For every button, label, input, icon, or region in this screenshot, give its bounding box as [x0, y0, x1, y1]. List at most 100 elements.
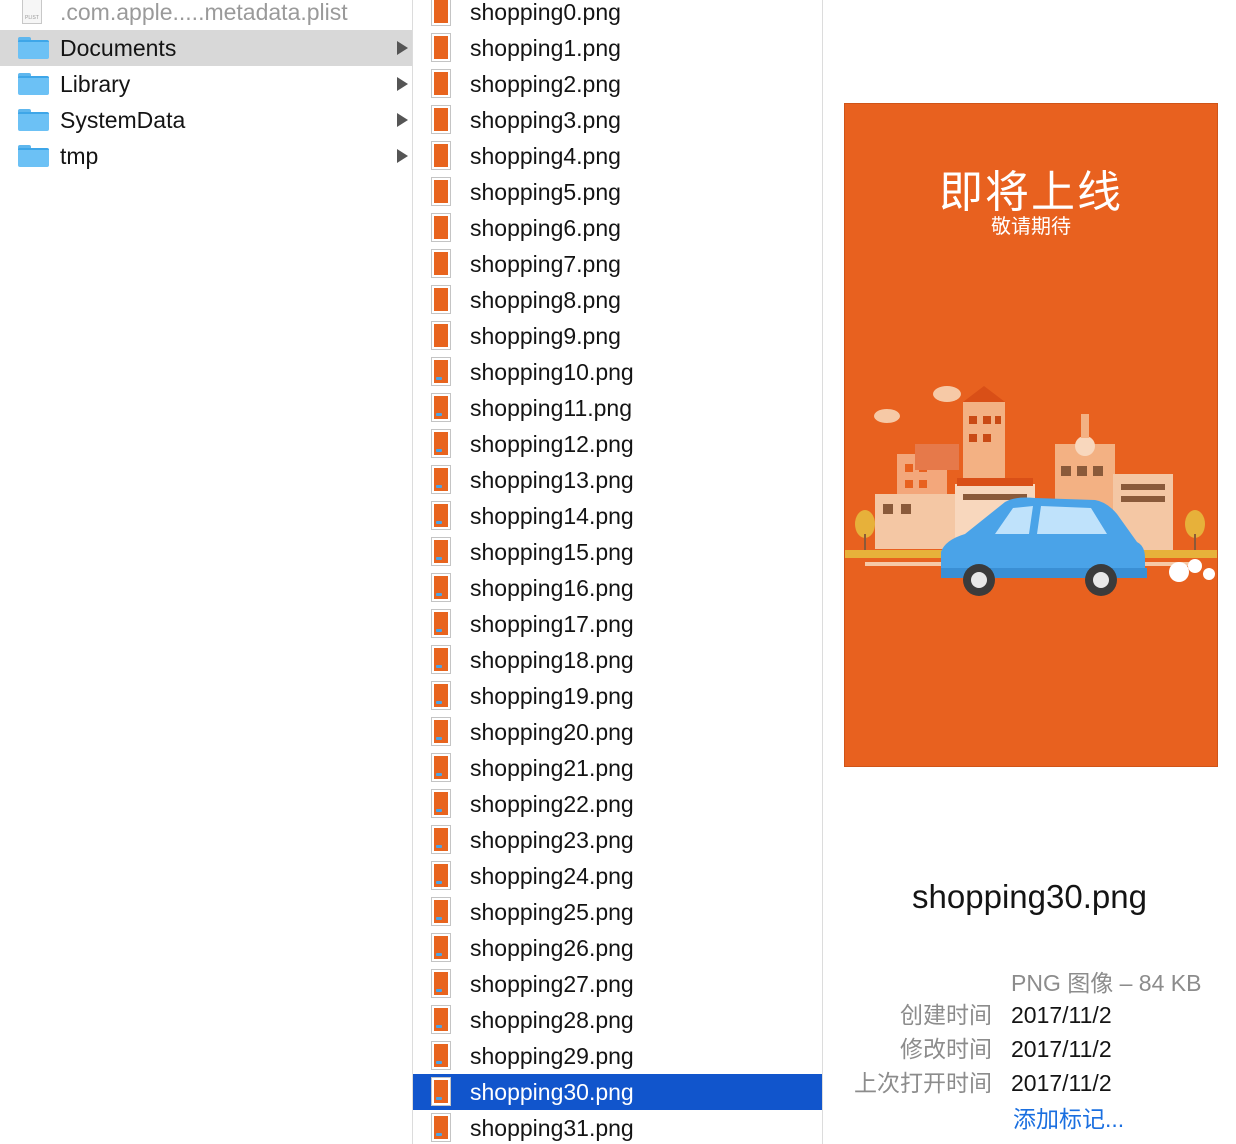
- png-file-icon: [431, 1041, 451, 1070]
- file-name: shopping23.png: [470, 827, 634, 853]
- file-row[interactable]: shopping14.png: [413, 498, 822, 534]
- file-row[interactable]: shopping5.png: [413, 174, 822, 210]
- file-name: shopping26.png: [470, 935, 634, 961]
- list-item-plist[interactable]: PLIST .com.apple.....metadata.plist: [0, 0, 412, 30]
- file-name: shopping16.png: [470, 575, 634, 601]
- sidebar-item-documents[interactable]: Documents: [0, 30, 412, 66]
- png-file-icon: [431, 321, 451, 350]
- file-name: shopping20.png: [470, 719, 634, 745]
- folder-icon: [18, 37, 49, 59]
- file-row[interactable]: shopping21.png: [413, 750, 822, 786]
- file-name: shopping7.png: [470, 251, 621, 277]
- file-row[interactable]: shopping3.png: [413, 102, 822, 138]
- sidebar-item-library[interactable]: Library: [0, 66, 412, 102]
- file-row[interactable]: shopping28.png: [413, 1002, 822, 1038]
- file-row[interactable]: shopping13.png: [413, 462, 822, 498]
- file-row[interactable]: shopping12.png: [413, 426, 822, 462]
- meta-value: 2017/11/2: [1011, 1036, 1112, 1062]
- file-name: shopping4.png: [470, 143, 621, 169]
- file-row[interactable]: shopping24.png: [413, 858, 822, 894]
- file-row[interactable]: shopping1.png: [413, 30, 822, 66]
- png-file-icon: [431, 33, 451, 62]
- file-row[interactable]: shopping7.png: [413, 246, 822, 282]
- file-name: shopping5.png: [470, 179, 621, 205]
- item-label: tmp: [60, 143, 99, 169]
- png-file-icon: [431, 465, 451, 494]
- file-row[interactable]: shopping19.png: [413, 678, 822, 714]
- finder-column-2[interactable]: shopping0.png shopping1.png shopping2.png s…: [413, 0, 823, 1144]
- folder-icon: [18, 73, 49, 95]
- file-name-title: shopping30.png: [912, 878, 1147, 915]
- file-row[interactable]: shopping15.png: [413, 534, 822, 570]
- file-name: shopping18.png: [470, 647, 634, 673]
- image-preview: 即将上线 敬请期待: [844, 103, 1218, 767]
- file-name: shopping14.png: [470, 503, 634, 529]
- file-row[interactable]: shopping18.png: [413, 642, 822, 678]
- file-row[interactable]: shopping9.png: [413, 318, 822, 354]
- item-label: Library: [60, 71, 131, 97]
- file-row[interactable]: shopping2.png: [413, 66, 822, 102]
- file-row[interactable]: shopping20.png: [413, 714, 822, 750]
- png-file-icon: [431, 825, 451, 854]
- png-file-icon: [431, 249, 451, 278]
- file-row[interactable]: shopping31.png: [413, 1110, 822, 1144]
- meta-created: 创建时间 2017/11/2: [823, 998, 1236, 1032]
- file-row[interactable]: shopping6.png: [413, 210, 822, 246]
- item-label: Documents: [60, 35, 177, 61]
- file-row[interactable]: shopping10.png: [413, 354, 822, 390]
- file-row[interactable]: shopping25.png: [413, 894, 822, 930]
- folder-icon: [18, 145, 49, 167]
- file-row[interactable]: shopping11.png: [413, 390, 822, 426]
- png-file-icon: [431, 357, 451, 386]
- png-file-icon: [431, 105, 451, 134]
- file-name: shopping15.png: [470, 539, 634, 565]
- png-file-icon: [431, 573, 451, 602]
- file-row[interactable]: shopping30.png: [413, 1074, 822, 1110]
- file-name: shopping12.png: [470, 431, 634, 457]
- file-name: shopping10.png: [470, 359, 634, 385]
- file-name: shopping13.png: [470, 467, 634, 493]
- sidebar-item-tmp[interactable]: tmp: [0, 138, 412, 174]
- file-row[interactable]: shopping17.png: [413, 606, 822, 642]
- sidebar-item-systemdata[interactable]: SystemData: [0, 102, 412, 138]
- file-row[interactable]: shopping8.png: [413, 282, 822, 318]
- png-file-icon: [431, 69, 451, 98]
- folder-icon: [18, 109, 49, 131]
- meta-key: 修改时间: [900, 1036, 992, 1062]
- file-name: shopping24.png: [470, 863, 634, 889]
- file-name: shopping1.png: [470, 35, 621, 61]
- meta-modified: 修改时间 2017/11/2: [823, 1032, 1236, 1066]
- png-file-icon: [431, 717, 451, 746]
- meta-value: 2017/11/2: [1011, 1070, 1112, 1096]
- png-file-icon: [431, 141, 451, 170]
- png-file-icon: [431, 609, 451, 638]
- file-row[interactable]: shopping29.png: [413, 1038, 822, 1074]
- file-name: shopping25.png: [470, 899, 634, 925]
- png-file-icon: [431, 681, 451, 710]
- meta-value: 2017/11/2: [1011, 1002, 1112, 1028]
- finder-column-1[interactable]: PLIST .com.apple.....metadata.plist Docu…: [0, 0, 413, 1144]
- file-name: shopping0.png: [470, 0, 621, 25]
- file-row[interactable]: shopping23.png: [413, 822, 822, 858]
- file-row[interactable]: shopping4.png: [413, 138, 822, 174]
- png-file-icon: [431, 933, 451, 962]
- png-file-icon: [431, 501, 451, 530]
- png-file-icon: [431, 213, 451, 242]
- file-name: shopping19.png: [470, 683, 634, 709]
- file-row[interactable]: shopping22.png: [413, 786, 822, 822]
- file-name: shopping22.png: [470, 791, 634, 817]
- file-name: shopping29.png: [470, 1043, 634, 1069]
- file-name: shopping2.png: [470, 71, 621, 97]
- item-label: SystemData: [60, 107, 186, 133]
- item-label: .com.apple.....metadata.plist: [60, 0, 348, 25]
- file-row[interactable]: shopping27.png: [413, 966, 822, 1002]
- file-name: shopping28.png: [470, 1007, 634, 1033]
- file-row[interactable]: shopping16.png: [413, 570, 822, 606]
- file-row[interactable]: shopping0.png: [413, 0, 822, 30]
- file-row[interactable]: shopping26.png: [413, 930, 822, 966]
- meta-last-opened: 上次打开时间 2017/11/2: [823, 1066, 1236, 1100]
- file-name: shopping30.png: [470, 1079, 634, 1105]
- preview-subline: 敬请期待: [991, 214, 1071, 238]
- add-tags-link[interactable]: 添加标记...: [1013, 1102, 1124, 1136]
- plist-file-icon: PLIST: [22, 0, 42, 24]
